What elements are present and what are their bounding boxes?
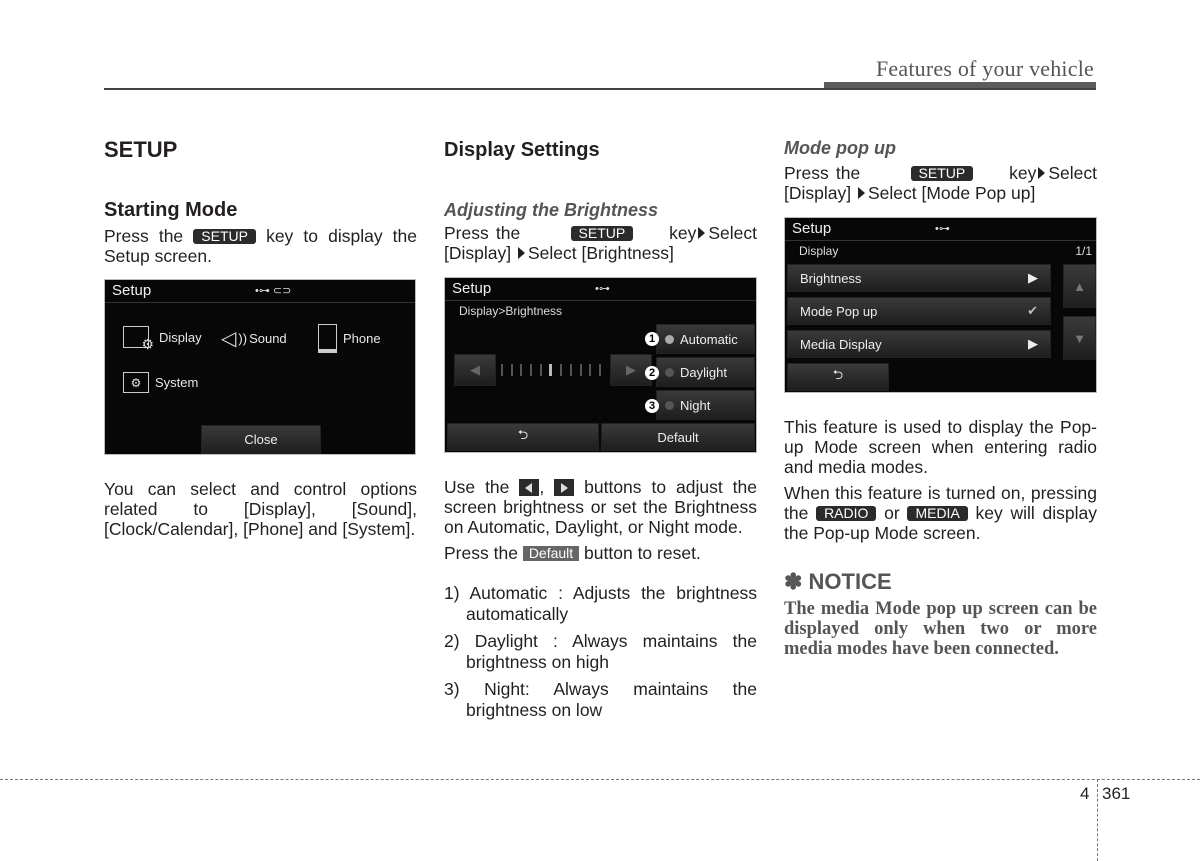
scroll-up-button[interactable]: ▲ xyxy=(1063,264,1096,308)
arrow-right-icon xyxy=(517,247,525,259)
usb-icon: •⊶ xyxy=(935,223,950,235)
reset-paragraph: Press the Default button to reset. xyxy=(444,543,701,563)
screen-title: Setup xyxy=(112,282,152,299)
left-arrow-button-icon xyxy=(519,479,540,496)
menu-item-phone[interactable]: Phone xyxy=(318,324,381,353)
folder-gear-icon: ⚙ xyxy=(123,372,149,393)
section-heading: SETUP xyxy=(104,137,178,162)
brightness-usage-paragraph: Use the , buttons to adjust the screen b… xyxy=(444,477,757,537)
setup-key-label: SETUP xyxy=(193,229,256,244)
display-gear-icon: ⚙ xyxy=(123,326,154,352)
footer-rule xyxy=(0,779,1200,780)
arrow-right-icon: ▶ xyxy=(1028,270,1038,285)
brightness-slider[interactable] xyxy=(501,364,601,376)
row-mode-pop-up[interactable]: Mode Pop up ✔ xyxy=(787,297,1051,325)
back-arrow-icon: ⮌ xyxy=(832,367,844,382)
brightness-decrease-button[interactable]: ◀ xyxy=(454,354,496,386)
footer-divider xyxy=(1097,779,1098,861)
media-key-label: MEDIA xyxy=(907,506,968,521)
option-automatic[interactable]: 1 Automatic xyxy=(645,324,755,354)
section-heading-display-settings: Display Settings xyxy=(444,139,600,161)
brightness-screen-image: Setup •⊶ Display>Brightness ◀ ▶ 1 Automa… xyxy=(444,277,757,453)
close-button[interactable]: Close xyxy=(201,425,321,454)
mode-popup-description: This feature is used to display the Pop-… xyxy=(784,417,1097,477)
subheading-mode-pop-up: Mode pop up xyxy=(784,138,896,158)
page-indicator: 1/1 xyxy=(1075,244,1092,258)
usb-icon: •⊶ ⊂⊃ xyxy=(255,285,292,297)
back-button[interactable]: ⮌ xyxy=(787,363,889,391)
setup-key-label: SETUP xyxy=(570,226,634,241)
option-daylight[interactable]: 2 Daylight xyxy=(645,357,755,387)
arrow-right-icon: ▶ xyxy=(1028,336,1038,351)
row-media-display[interactable]: Media Display ▶ xyxy=(787,330,1051,358)
radio-indicator-icon xyxy=(665,400,674,410)
menu-item-sound[interactable]: ◁ )) Sound xyxy=(221,326,287,351)
list-item: 1) Automatic : Adjusts the brightness au… xyxy=(444,583,757,624)
setup-options-paragraph: You can select and control options relat… xyxy=(104,479,417,539)
callout-1: 1 xyxy=(645,332,659,346)
mode-popup-screen-image: Setup •⊶ Display 1/1 Brightness ▶ Mode Po… xyxy=(784,217,1097,393)
callout-2: 2 xyxy=(645,366,659,380)
column-display-settings: Display Settings Adjusting the Brightnes… xyxy=(444,136,757,727)
radio-key-label: RADIO xyxy=(816,506,877,521)
arrow-right-icon xyxy=(1038,167,1046,179)
starting-mode-paragraph: Press the SETUP key to display the Setup… xyxy=(104,226,417,266)
option-night[interactable]: 3 Night xyxy=(645,390,755,420)
speaker-icon: ◁ xyxy=(221,328,237,350)
checkmark-icon[interactable]: ✔ xyxy=(1027,303,1038,319)
back-arrow-icon: ⮌ xyxy=(517,427,529,442)
brightness-mode-list: 1) Automatic : Adjusts the brightness au… xyxy=(444,583,757,721)
default-button[interactable]: Default xyxy=(601,423,755,451)
arrow-right-icon xyxy=(857,187,865,199)
row-brightness[interactable]: Brightness ▶ xyxy=(787,264,1051,292)
setup-screen-image: Setup •⊶ ⊂⊃ ⚙ Display ◁ )) Sound Phone ⚙… xyxy=(104,279,416,455)
subheading-starting-mode: Starting Mode xyxy=(104,199,238,221)
list-item: 2) Daylight : Always maintains the brigh… xyxy=(444,631,757,672)
screen-title: Setup xyxy=(792,220,832,237)
header-title: Features of your vehicle xyxy=(875,56,1094,81)
radio-indicator-icon xyxy=(665,334,674,344)
phone-icon xyxy=(318,324,337,353)
chapter-number: 4 xyxy=(1080,784,1090,803)
mode-popup-behavior: When this feature is turned on, pressing… xyxy=(784,483,1097,543)
setup-key-label: SETUP xyxy=(910,166,974,181)
notice-text: The media Mode pop up screen can be disp… xyxy=(784,599,1097,659)
brightness-instructions: Press the SETUP key Select [Display] Sele… xyxy=(444,223,757,263)
scroll-down-button[interactable]: ▼ xyxy=(1063,316,1096,360)
arrow-right-icon xyxy=(698,227,706,239)
mode-popup-instructions: Press the SETUP key Select [Display] Sele… xyxy=(784,163,1097,203)
page-number: 361 xyxy=(1102,784,1131,803)
callout-3: 3 xyxy=(645,399,659,413)
column-mode-popup: Mode pop up Press the SETUP key Select [D… xyxy=(784,136,1097,659)
usb-icon: •⊶ xyxy=(595,283,610,295)
default-key-label: Default xyxy=(522,546,580,561)
menu-item-system[interactable]: ⚙ System xyxy=(123,372,198,393)
right-arrow-button-icon xyxy=(554,479,575,496)
screen-section-label: Display xyxy=(799,244,839,258)
menu-item-display[interactable]: ⚙ Display xyxy=(123,326,202,352)
back-button[interactable]: ⮌ xyxy=(447,423,599,451)
screen-breadcrumb: Display>Brightness xyxy=(459,304,563,318)
notice-heading: ✽ NOTICE xyxy=(784,569,892,594)
radio-indicator-icon xyxy=(665,367,674,377)
subheading-adjusting-brightness: Adjusting the Brightness xyxy=(444,200,659,220)
column-setup: SETUP Starting Mode Press the SETUP key … xyxy=(104,136,417,539)
screen-title: Setup xyxy=(452,280,492,297)
header-rule xyxy=(104,88,1096,90)
list-item: 3) Night: Always maintains the brightnes… xyxy=(444,679,757,720)
